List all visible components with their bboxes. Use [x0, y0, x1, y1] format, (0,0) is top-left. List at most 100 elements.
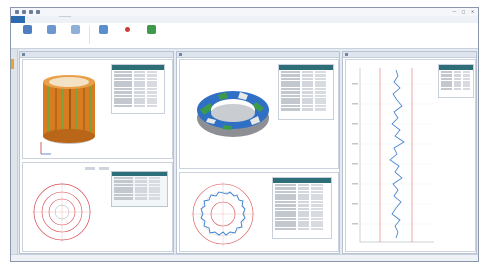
table-row	[281, 108, 331, 111]
dock-tab-marker[interactable]	[11, 59, 14, 69]
table-row	[275, 200, 329, 204]
polar-plot-red	[32, 182, 92, 242]
green-run-icon	[146, 25, 156, 34]
table-header	[112, 172, 167, 176]
paste-icon	[70, 25, 80, 34]
pane-icon	[22, 53, 25, 56]
polar-profile-view[interactable]	[179, 172, 339, 252]
pane-left	[19, 51, 174, 254]
table-row	[114, 97, 162, 101]
table-row	[441, 80, 471, 84]
ribbon-tab[interactable]	[39, 16, 49, 17]
table-row	[275, 204, 329, 207]
legend-swatch	[99, 167, 109, 170]
table-row	[114, 74, 162, 77]
ring-3d-plot	[197, 91, 269, 137]
open-icon[interactable]	[36, 9, 40, 14]
table-row	[281, 101, 331, 104]
ribbon-tabs	[29, 16, 101, 17]
ribbon-tab-active[interactable]	[59, 16, 71, 17]
data-grid	[111, 171, 168, 207]
ring-3d-view[interactable]	[179, 59, 339, 169]
measure-icon	[98, 25, 108, 34]
redo-icon[interactable]	[29, 9, 33, 14]
pane-icon	[179, 53, 182, 56]
table-row	[275, 193, 329, 197]
pane-icon	[345, 53, 348, 56]
table-row	[281, 74, 331, 77]
ribbon-button[interactable]	[65, 25, 85, 35]
table-row	[281, 87, 331, 91]
file-tab[interactable]	[11, 16, 25, 23]
ribbon-button[interactable]	[93, 25, 113, 35]
cylinder-view[interactable]	[22, 59, 173, 159]
table-row	[281, 80, 331, 84]
table-header	[112, 65, 164, 70]
table-row	[114, 84, 162, 87]
table-row	[275, 227, 329, 231]
quick-access-toolbar	[15, 9, 40, 14]
cylinder-3d-plot	[40, 75, 95, 155]
ribbon-tab[interactable]	[91, 16, 101, 17]
table-row	[281, 84, 331, 87]
y-tick-labels	[352, 83, 358, 225]
maximize-button[interactable]: □	[461, 9, 466, 14]
legend-swatch	[85, 167, 95, 170]
pane-title-bar	[20, 52, 173, 58]
table-row	[275, 217, 329, 221]
pane-middle	[176, 51, 340, 254]
ribbon-button[interactable]	[141, 25, 161, 35]
status-bar	[11, 254, 478, 261]
polar-roundness-view[interactable]	[22, 162, 173, 252]
table-row	[114, 186, 165, 190]
save-icon[interactable]	[15, 9, 19, 14]
ribbon-tab[interactable]	[49, 16, 59, 17]
document-icon	[22, 25, 32, 34]
table-row	[114, 94, 162, 98]
table-row	[275, 190, 329, 194]
table-row	[114, 190, 165, 193]
table-row	[114, 183, 165, 187]
table-header	[279, 65, 333, 70]
ribbon-group-measure	[93, 25, 161, 35]
data-table	[278, 64, 334, 120]
table-row	[114, 176, 165, 180]
application-window: — □ ✕	[10, 7, 479, 262]
ribbon-button[interactable]	[41, 25, 61, 35]
ribbon-button[interactable]	[117, 25, 137, 35]
undo-icon[interactable]	[22, 9, 26, 14]
ribbon-button[interactable]	[17, 25, 37, 35]
ribbon-tab[interactable]	[29, 16, 39, 17]
table-row	[275, 210, 329, 214]
close-button[interactable]: ✕	[470, 9, 475, 14]
ribbon-separator	[89, 26, 90, 44]
menu-bar	[11, 16, 478, 23]
ribbon-tab[interactable]	[81, 16, 91, 17]
table-row	[114, 193, 165, 197]
table-row	[281, 91, 331, 94]
ribbon-group-file	[17, 25, 85, 35]
table-row	[114, 87, 162, 91]
pane-title-bar	[343, 52, 476, 58]
straightness-view[interactable]	[345, 59, 476, 252]
table-header	[273, 178, 331, 183]
table-row	[275, 187, 329, 190]
pane-title-bar	[177, 52, 339, 58]
workspace	[11, 49, 478, 256]
data-table	[438, 64, 474, 98]
table-row	[114, 104, 162, 108]
ribbon	[11, 23, 478, 49]
table-row	[441, 70, 471, 74]
minimize-button[interactable]: —	[452, 9, 457, 14]
table-row	[275, 207, 329, 211]
ring-inner-wall	[211, 104, 255, 122]
table-row	[281, 104, 331, 108]
table-row	[275, 183, 329, 187]
table-header	[439, 65, 473, 70]
table-row	[275, 197, 329, 200]
ribbon-tab[interactable]	[71, 16, 81, 17]
left-dock-strip	[11, 49, 18, 256]
table-row	[441, 84, 471, 87]
table-row	[114, 70, 162, 74]
table-row	[441, 74, 471, 77]
